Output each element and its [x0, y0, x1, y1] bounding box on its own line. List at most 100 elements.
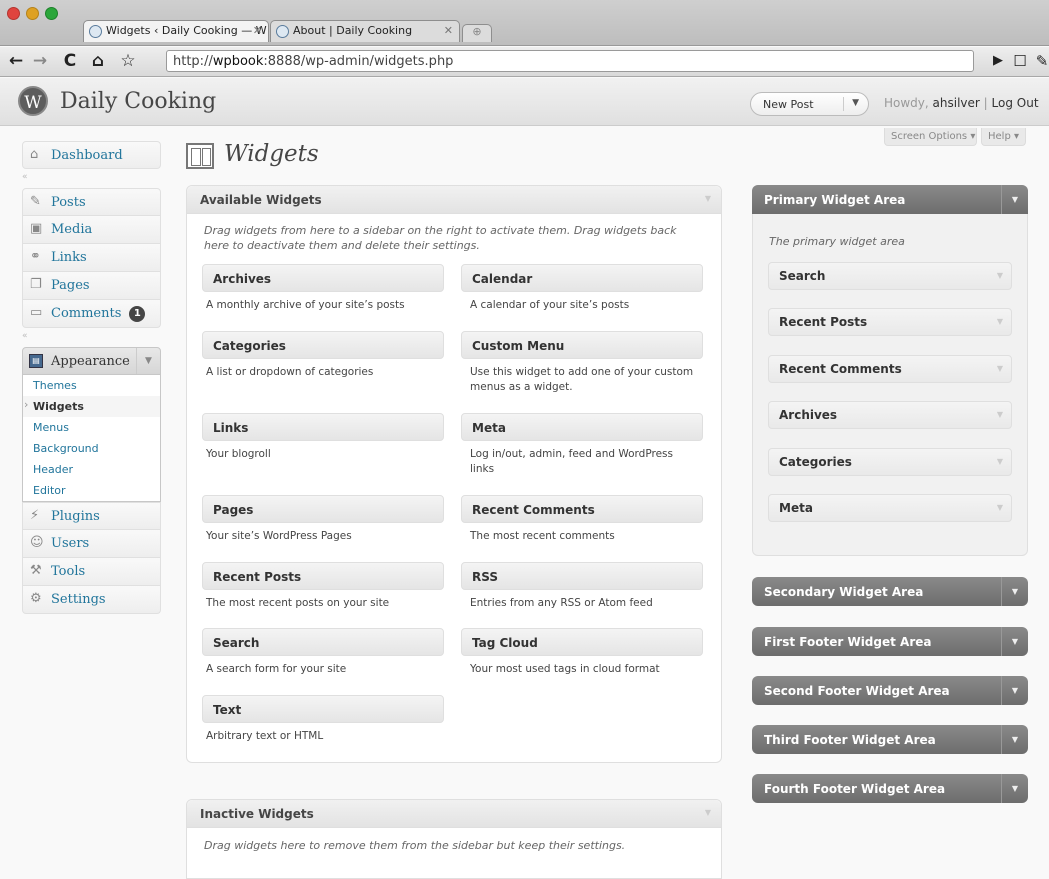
- screen-options-button[interactable]: Screen Options ▾: [884, 128, 977, 146]
- chevron-down-icon[interactable]: ▼: [705, 194, 711, 203]
- chevron-down-icon[interactable]: ▼: [997, 271, 1003, 280]
- chevron-down-icon[interactable]: ▼: [997, 317, 1003, 326]
- reload-icon[interactable]: C: [58, 50, 82, 72]
- home-icon: ⌂: [30, 147, 39, 162]
- menu-item-settings[interactable]: ⚙ Settings: [22, 586, 161, 614]
- tab-widgets[interactable]: Widgets ‹ Daily Cooking — W ✕: [83, 20, 269, 42]
- available-widgets-panel: Available Widgets ▼ Drag widgets from he…: [186, 185, 722, 763]
- available-widgets-header[interactable]: Available Widgets ▼: [187, 186, 721, 214]
- chevron-down-icon[interactable]: ▼: [997, 364, 1003, 373]
- sidebar-widget-title: Recent Comments: [779, 362, 902, 376]
- sidebar-widget-meta[interactable]: Meta ▼: [768, 494, 1012, 522]
- minimize-window-button[interactable]: [26, 7, 39, 20]
- sidebar-widget-archives[interactable]: Archives ▼: [768, 401, 1012, 429]
- home-icon[interactable]: ⌂: [86, 50, 110, 72]
- primary-widget-area-header[interactable]: Primary Widget Area ▼: [752, 185, 1028, 214]
- forward-icon[interactable]: →: [28, 50, 52, 72]
- bookmark-star-icon[interactable]: ☆: [116, 50, 140, 72]
- widget-calendar[interactable]: Calendar: [461, 264, 703, 292]
- menu-item-users[interactable]: ☺ Users: [22, 530, 161, 558]
- secondary-widget-area[interactable]: Secondary Widget Area ▼: [752, 577, 1028, 606]
- menu-item-plugins[interactable]: ⚡ Plugins: [22, 502, 161, 530]
- tab-title: Widgets ‹ Daily Cooking — W: [106, 24, 267, 37]
- sidebar-title: Primary Widget Area: [764, 193, 906, 207]
- widget-description: Your most used tags in cloud format: [470, 663, 660, 675]
- go-arrow-icon[interactable]: ▶: [986, 50, 1010, 72]
- widget-search[interactable]: Search: [202, 628, 444, 656]
- chevron-down-icon[interactable]: ▼: [1001, 577, 1028, 606]
- username-link[interactable]: ahsilver: [933, 96, 980, 110]
- widget-archives[interactable]: Archives: [202, 264, 444, 292]
- close-tab-icon[interactable]: ✕: [253, 24, 262, 37]
- sidebar-title: Fourth Footer Widget Area: [764, 782, 946, 796]
- help-button[interactable]: Help ▾: [981, 128, 1026, 146]
- chevron-down-icon[interactable]: ▼: [705, 808, 711, 817]
- menu-item-appearance[interactable]: ▤ Appearance ▼: [22, 347, 161, 375]
- fourth-footer-widget-area[interactable]: Fourth Footer Widget Area ▼: [752, 774, 1028, 803]
- submenu-header[interactable]: Header: [23, 459, 160, 480]
- chevron-down-icon[interactable]: ▼: [997, 503, 1003, 512]
- new-tab-button[interactable]: ⊕: [462, 24, 492, 42]
- submenu-editor[interactable]: Editor: [23, 480, 160, 501]
- site-name[interactable]: Daily Cooking: [60, 89, 216, 114]
- submenu-menus[interactable]: Menus: [23, 417, 160, 438]
- widget-text[interactable]: Text: [202, 695, 444, 723]
- tab-about[interactable]: About | Daily Cooking ✕: [270, 20, 460, 42]
- widget-categories[interactable]: Categories: [202, 331, 444, 359]
- submenu-background[interactable]: Background: [23, 438, 160, 459]
- first-footer-widget-area[interactable]: First Footer Widget Area ▼: [752, 627, 1028, 656]
- widget-links[interactable]: Links: [202, 413, 444, 441]
- menu-item-tools[interactable]: ⚒ Tools: [22, 558, 161, 586]
- logout-link[interactable]: Log Out: [992, 96, 1039, 110]
- close-window-button[interactable]: [7, 7, 20, 20]
- header-separator: |: [983, 96, 988, 110]
- chevron-down-icon[interactable]: ▼: [997, 457, 1003, 466]
- primary-widget-area-description: The primary widget area: [769, 235, 905, 248]
- sidebar-widget-recent-comments[interactable]: Recent Comments ▼: [768, 355, 1012, 383]
- second-footer-widget-area[interactable]: Second Footer Widget Area ▼: [752, 676, 1028, 705]
- settings-icon: ⚙: [30, 591, 42, 606]
- menu-label: Pages: [51, 278, 90, 293]
- zoom-window-button[interactable]: [45, 7, 58, 20]
- widget-rss[interactable]: RSS: [461, 562, 703, 590]
- close-tab-icon[interactable]: ✕: [444, 24, 453, 37]
- menu-item-comments[interactable]: ▭ Comments 1: [22, 300, 161, 328]
- chevron-down-icon[interactable]: ▼: [1001, 185, 1028, 214]
- menu-item-posts[interactable]: ✎ Posts: [22, 188, 161, 216]
- chevron-down-icon[interactable]: ▼: [1001, 725, 1028, 754]
- sidebar-widget-categories[interactable]: Categories ▼: [768, 448, 1012, 476]
- admin-header: W Daily Cooking New Post ▼ Howdy, ahsilv…: [0, 78, 1049, 126]
- chevron-down-icon[interactable]: ▼: [997, 410, 1003, 419]
- chevron-down-icon[interactable]: ▼: [852, 98, 859, 108]
- widget-recent-posts[interactable]: Recent Posts: [202, 562, 444, 590]
- primary-widget-area: Primary Widget Area ▼ The primary widget…: [752, 185, 1028, 556]
- submenu-themes[interactable]: Themes: [23, 375, 160, 396]
- third-footer-widget-area[interactable]: Third Footer Widget Area ▼: [752, 725, 1028, 754]
- menu-item-dashboard[interactable]: ⌂ Dashboard: [22, 141, 161, 169]
- new-post-dropdown[interactable]: New Post ▼: [750, 92, 869, 116]
- chevron-down-icon[interactable]: ▼: [1001, 774, 1028, 803]
- widget-custom-menu[interactable]: Custom Menu: [461, 331, 703, 359]
- chevron-down-icon[interactable]: ▼: [136, 348, 160, 374]
- widget-recent-comments[interactable]: Recent Comments: [461, 495, 703, 523]
- widget-description: A search form for your site: [206, 663, 347, 675]
- menu-item-pages[interactable]: ❐ Pages: [22, 272, 161, 300]
- widget-tag-cloud[interactable]: Tag Cloud: [461, 628, 703, 656]
- address-bar[interactable]: http://wpbook:8888/wp-admin/widgets.php: [166, 50, 974, 72]
- chevron-down-icon[interactable]: ▼: [1001, 627, 1028, 656]
- submenu-widgets[interactable]: Widgets: [23, 396, 160, 417]
- menu-item-media[interactable]: ▣ Media: [22, 216, 161, 244]
- menu-item-links[interactable]: ⚭ Links: [22, 244, 161, 272]
- wrench-icon[interactable]: ✎: [1030, 50, 1049, 72]
- sidebar-widget-recent-posts[interactable]: Recent Posts ▼: [768, 308, 1012, 336]
- chevron-down-icon[interactable]: ▼: [1001, 676, 1028, 705]
- url-host: wpbook: [212, 54, 264, 69]
- appearance-icon: ▤: [29, 354, 43, 368]
- page-menu-icon[interactable]: ☐: [1008, 50, 1032, 72]
- sidebar-widget-search[interactable]: Search ▼: [768, 262, 1012, 290]
- widget-meta[interactable]: Meta: [461, 413, 703, 441]
- inactive-widgets-panel: Inactive Widgets ▼ Drag widgets here to …: [186, 799, 722, 879]
- inactive-widgets-header[interactable]: Inactive Widgets ▼: [187, 800, 721, 828]
- widget-pages[interactable]: Pages: [202, 495, 444, 523]
- back-icon[interactable]: ←: [4, 50, 28, 72]
